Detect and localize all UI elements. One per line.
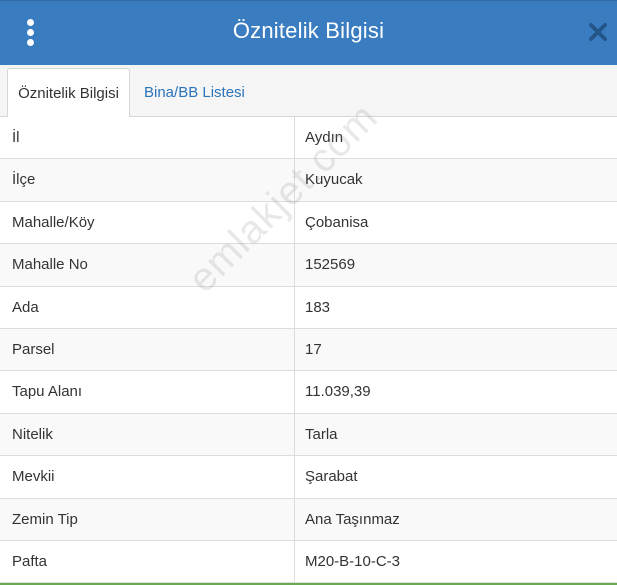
attribute-value: 183 bbox=[305, 298, 331, 316]
attribute-key: Ada bbox=[12, 298, 39, 316]
attribute-key: Parsel bbox=[12, 340, 55, 358]
attribute-key: Nitelik bbox=[12, 425, 53, 443]
table-row: Tapu Alanı 11.039,39 bbox=[0, 371, 617, 414]
attribute-value: 17 bbox=[305, 340, 322, 358]
attribute-value: Kuyucak bbox=[305, 171, 363, 189]
table-row: Mevkii Şarabat bbox=[0, 456, 617, 499]
attribute-table: İl Aydın İlçe Kuyucak Mahalle/Köy Çobani… bbox=[0, 117, 617, 584]
tab-building-list[interactable]: Bina/BB Listesi bbox=[132, 68, 257, 117]
attribute-key: Tapu Alanı bbox=[12, 383, 83, 401]
attribute-info-panel: Öznitelik Bilgisi Öznitelik Bilgisi Bina… bbox=[0, 0, 617, 585]
attribute-key: Zemin Tip bbox=[12, 510, 78, 528]
attribute-key: İlçe bbox=[12, 171, 36, 189]
attribute-key: Mahalle/Köy bbox=[12, 213, 95, 231]
table-row: Nitelik Tarla bbox=[0, 413, 617, 457]
table-row: Ada 183 bbox=[0, 286, 617, 329]
table-row: Mahalle/Köy Çobanisa bbox=[0, 201, 617, 245]
table-row: Mahalle No 152569 bbox=[0, 244, 617, 287]
table-row: Pafta M20-B-10-C-3 bbox=[0, 540, 617, 584]
attribute-value: M20-B-10-C-3 bbox=[305, 552, 401, 570]
attribute-value: Çobanisa bbox=[305, 213, 369, 231]
attribute-value: Ana Taşınmaz bbox=[305, 510, 400, 528]
panel-title: Öznitelik Bilgisi bbox=[232, 18, 385, 43]
attribute-value: 152569 bbox=[305, 256, 356, 274]
attribute-value: 11.039,39 bbox=[305, 383, 371, 401]
attribute-key: İl bbox=[12, 129, 20, 146]
tab-bar: Öznitelik Bilgisi Bina/BB Listesi bbox=[0, 65, 617, 118]
attribute-value: Şarabat bbox=[305, 468, 358, 486]
attribute-value: Tarla bbox=[305, 425, 338, 443]
panel-header: Öznitelik Bilgisi bbox=[0, 0, 617, 65]
attribute-key: Pafta bbox=[12, 552, 48, 570]
table-row: İl Aydın bbox=[0, 117, 617, 160]
close-icon[interactable] bbox=[585, 19, 611, 45]
attribute-value: Aydın bbox=[305, 129, 344, 146]
attribute-key: Mevkii bbox=[12, 468, 55, 486]
table-row: Zemin Tip Ana Taşınmaz bbox=[0, 498, 617, 541]
tab-attribute-info[interactable]: Öznitelik Bilgisi bbox=[7, 68, 130, 118]
table-row: İlçe Kuyucak bbox=[0, 159, 617, 202]
attribute-key: Mahalle No bbox=[12, 256, 88, 274]
table-row: Parsel 17 bbox=[0, 328, 617, 372]
